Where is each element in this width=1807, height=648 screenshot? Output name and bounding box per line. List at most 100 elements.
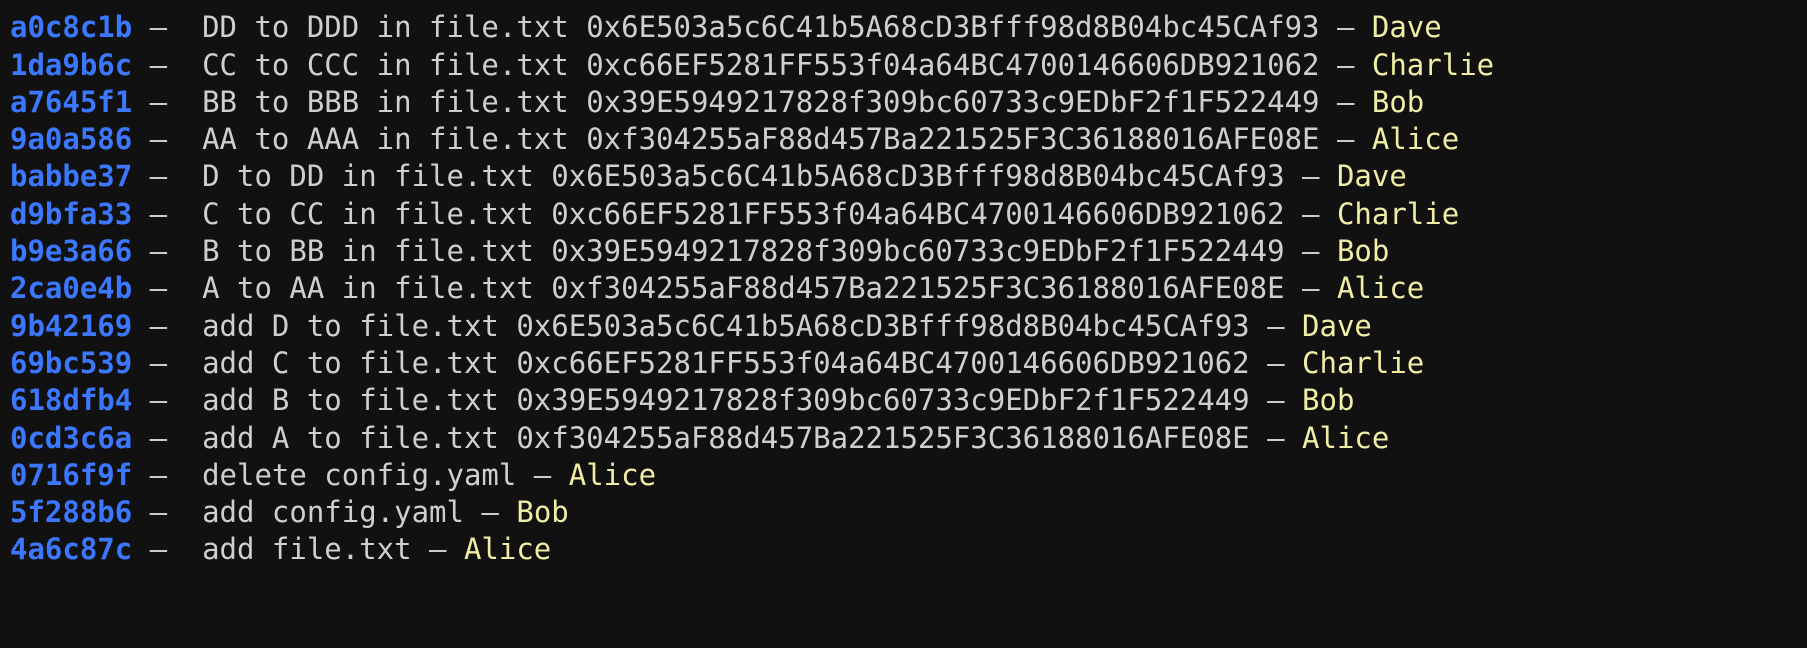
ethereum-address: 0xc66EF5281FF553f04a64BC4700146606DB9210… <box>551 196 1285 231</box>
commit-author: Alice <box>463 532 552 567</box>
commit-hash[interactable]: b9e3a66 <box>10 234 132 268</box>
commit-hash[interactable]: 5f288b6 <box>10 495 132 529</box>
commit-line[interactable]: babbe37 – D to DD in file.txt 0x6E503a5c… <box>10 158 1807 195</box>
git-log-output: a0c8c1b – DD to DDD in file.txt 0x6E503a… <box>10 0 1807 569</box>
commit-author: Dave <box>1302 308 1372 343</box>
commit-line[interactable]: b9e3a66 – B to BB in file.txt 0x39E59492… <box>10 233 1807 270</box>
commit-hash[interactable]: 4a6c87c <box>10 532 132 566</box>
scrolled-partial-line <box>10 0 1807 9</box>
hash-message-separator: – <box>132 159 203 194</box>
hash-message-separator: – <box>132 457 203 492</box>
commit-hash[interactable]: babbe37 <box>10 159 132 193</box>
commit-line[interactable]: 0cd3c6a – add A to file.txt 0xf304255aF8… <box>10 420 1807 457</box>
commit-author: Alice <box>568 457 657 492</box>
message-address-space <box>569 122 586 156</box>
commit-author: Bob <box>1302 383 1355 418</box>
commit-message: add file.txt <box>202 532 412 567</box>
message-author-separator: – <box>1249 345 1303 380</box>
commit-hash[interactable]: a7645f1 <box>10 85 132 119</box>
commit-hash[interactable]: 0716f9f <box>10 458 132 492</box>
commit-message: A to AA in file.txt <box>202 271 534 306</box>
message-author-separator: – <box>1284 196 1337 231</box>
message-author-separator: – <box>463 495 517 530</box>
message-author-separator: – <box>1249 308 1303 343</box>
terminal-window[interactable]: a0c8c1b – DD to DDD in file.txt 0x6E503a… <box>0 0 1807 648</box>
commit-line[interactable]: 2ca0e4b – A to AA in file.txt 0xf304255a… <box>10 270 1807 307</box>
hash-message-separator: – <box>132 234 203 269</box>
message-address-space <box>569 10 586 44</box>
commit-hash[interactable]: d9bfa33 <box>10 197 132 231</box>
hash-message-separator: – <box>132 345 203 380</box>
ethereum-address: 0x6E503a5c6C41b5A68cD3Bfff98d8B04bc45CAf… <box>516 308 1250 343</box>
message-author-separator: – <box>1284 159 1337 194</box>
commit-line[interactable]: 1da9b6c – CC to CCC in file.txt 0xc66EF5… <box>10 47 1807 84</box>
message-author-separator: – <box>1249 420 1303 455</box>
message-address-space <box>569 48 586 82</box>
commit-hash[interactable]: 0cd3c6a <box>10 421 132 455</box>
commit-author: Charlie <box>1336 196 1460 231</box>
commit-line[interactable]: a0c8c1b – DD to DDD in file.txt 0x6E503a… <box>10 9 1807 46</box>
message-address-space <box>499 346 516 380</box>
commit-author: Bob <box>1371 84 1425 119</box>
commit-message: add D to file.txt <box>202 308 499 343</box>
commit-message: delete config.yaml <box>202 457 517 492</box>
message-author-separator: – <box>1319 10 1372 45</box>
commit-hash[interactable]: 9a0a586 <box>10 122 132 156</box>
commit-line[interactable]: 9b42169 – add D to file.txt 0x6E503a5c6C… <box>10 308 1807 345</box>
ethereum-address: 0x39E5949217828f309bc60733c9EDbF2f1F5224… <box>516 383 1250 418</box>
commit-author: Charlie <box>1302 345 1425 380</box>
commit-line[interactable]: 69bc539 – add C to file.txt 0xc66EF5281F… <box>10 345 1807 382</box>
commit-line[interactable]: 9a0a586 – AA to AAA in file.txt 0xf30425… <box>10 121 1807 158</box>
commit-author: Charlie <box>1371 47 1495 82</box>
commit-hash[interactable]: 2ca0e4b <box>10 271 132 305</box>
message-author-separator: – <box>1284 271 1337 306</box>
hash-message-separator: – <box>132 84 203 119</box>
hash-message-separator: – <box>132 271 203 306</box>
message-author-separator: – <box>1319 47 1372 82</box>
commit-message: add C to file.txt <box>202 345 499 380</box>
hash-message-separator: – <box>132 495 203 530</box>
commit-hash[interactable]: 9b42169 <box>10 309 132 343</box>
commit-line[interactable]: 4a6c87c – add file.txt – Alice <box>10 531 1807 568</box>
commit-message: DD to DDD in file.txt <box>202 10 569 45</box>
hash-message-separator: – <box>132 10 203 45</box>
commit-message: C to CC in file.txt <box>202 196 534 231</box>
commit-message: CC to CCC in file.txt <box>202 47 569 82</box>
hash-message-separator: – <box>132 47 203 82</box>
hash-message-separator: – <box>132 532 203 567</box>
message-address-space <box>534 159 551 193</box>
ethereum-address: 0xc66EF5281FF553f04a64BC4700146606DB9210… <box>586 47 1320 82</box>
commit-hash[interactable]: 69bc539 <box>10 346 132 380</box>
commit-hash[interactable]: 618dfb4 <box>10 383 132 417</box>
hash-message-separator: – <box>132 420 203 455</box>
ethereum-address: 0xf304255aF88d457Ba221525F3C36188016AFE0… <box>586 122 1320 157</box>
commit-line[interactable]: 5f288b6 – add config.yaml – Bob <box>10 494 1807 531</box>
commit-line[interactable]: a7645f1 – BB to BBB in file.txt 0x39E594… <box>10 84 1807 121</box>
message-address-space <box>499 309 516 343</box>
hash-message-separator: – <box>132 383 203 418</box>
commit-author: Bob <box>1336 234 1390 269</box>
message-address-space <box>534 197 551 231</box>
hash-message-separator: – <box>132 308 203 343</box>
message-author-separator: – <box>1249 383 1303 418</box>
commit-author: Alice <box>1302 420 1390 455</box>
message-author-separator: – <box>1319 122 1372 157</box>
commit-hash[interactable]: 1da9b6c <box>10 48 132 82</box>
commit-line[interactable]: 618dfb4 – add B to file.txt 0x39E5949217… <box>10 382 1807 419</box>
hash-message-separator: – <box>132 122 203 157</box>
commit-hash[interactable]: a0c8c1b <box>10 10 132 44</box>
commit-message: add A to file.txt <box>202 420 499 455</box>
message-author-separator: – <box>411 532 464 567</box>
message-address-space <box>499 421 516 455</box>
commit-author: Alice <box>1371 122 1460 157</box>
ethereum-address: 0xf304255aF88d457Ba221525F3C36188016AFE0… <box>516 420 1250 455</box>
commit-message: AA to AAA in file.txt <box>202 122 569 157</box>
commit-author: Bob <box>516 495 569 530</box>
hash-message-separator: – <box>132 196 203 231</box>
commit-message: BB to BBB in file.txt <box>202 84 569 119</box>
ethereum-address: 0xc66EF5281FF553f04a64BC4700146606DB9210… <box>516 345 1250 380</box>
commit-message: B to BB in file.txt <box>202 234 534 269</box>
commit-author: Dave <box>1371 10 1442 45</box>
commit-line[interactable]: 0716f9f – delete config.yaml – Alice <box>10 457 1807 494</box>
commit-line[interactable]: d9bfa33 – C to CC in file.txt 0xc66EF528… <box>10 196 1807 233</box>
